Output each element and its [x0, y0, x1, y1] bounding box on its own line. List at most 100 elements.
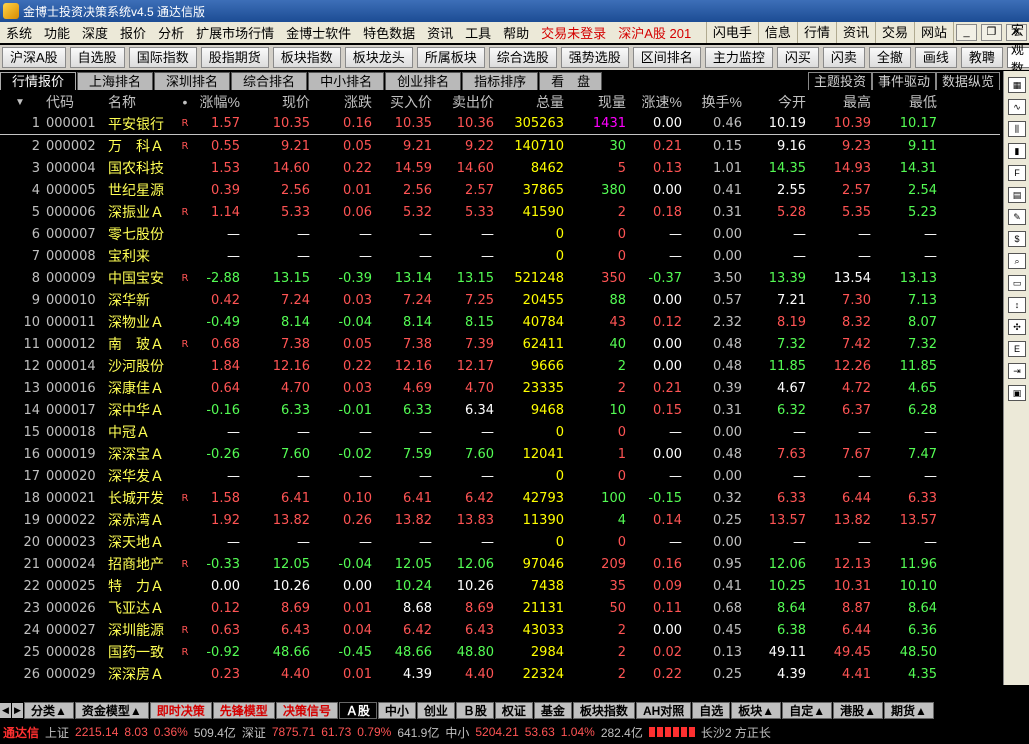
bottom-tab[interactable]: 中小: [377, 701, 416, 719]
stock-code[interactable]: 000016: [40, 381, 102, 396]
menu-right-item[interactable]: 行情: [796, 22, 836, 43]
header-cur[interactable]: 现量: [564, 92, 626, 112]
stock-code[interactable]: 000023: [40, 535, 102, 550]
stock-name[interactable]: 南 玻Ａ: [102, 334, 174, 354]
toolbar-button[interactable]: 闪买: [776, 47, 819, 68]
bottom-tab[interactable]: 先锋模型: [212, 701, 275, 719]
bottom-tab[interactable]: 板块▲: [731, 701, 782, 719]
bottom-tab[interactable]: Ａ股: [338, 701, 377, 719]
table-row[interactable]: 4 000005 世纪星源 0.39 2.56 0.01 2.56 2.57 37865 380 0…: [0, 179, 1000, 201]
menu-item[interactable]: 帮助: [497, 23, 535, 42]
stock-code[interactable]: 000018: [40, 425, 102, 440]
stock-code[interactable]: 000010: [40, 293, 102, 308]
header-turn[interactable]: 换手%: [682, 92, 742, 112]
toolbar-button[interactable]: 画线: [914, 47, 957, 68]
menu-item[interactable]: 深度: [76, 23, 114, 42]
toolbar-button[interactable]: 区间排名: [632, 47, 701, 68]
toolbar-button[interactable]: 综合选股: [488, 47, 557, 68]
menu-right-item[interactable]: 闪电手: [705, 22, 758, 43]
sort-icon[interactable]: ↕: [1008, 297, 1026, 313]
view-tab[interactable]: 上海排名: [77, 72, 154, 90]
stock-code[interactable]: 000022: [40, 513, 102, 528]
stock-code[interactable]: 000009: [40, 271, 102, 286]
view-tab[interactable]: 指标排序: [462, 72, 539, 90]
toolbar-button[interactable]: 板块龙头: [344, 47, 413, 68]
stock-code[interactable]: 000021: [40, 491, 102, 506]
stock-name[interactable]: 深赤湾Ａ: [102, 510, 174, 530]
kline-chart-icon[interactable]: ⫼: [1008, 121, 1026, 137]
header-chg[interactable]: 涨跌: [310, 92, 372, 112]
stock-code[interactable]: 000027: [40, 623, 102, 638]
header-chg-pct[interactable]: 涨幅%: [196, 92, 240, 112]
table-row[interactable]: 13 000016 深康佳Ａ 0.64 4.70 0.03 4.69 4.70 23335 2 0.…: [0, 377, 1000, 399]
header-open[interactable]: 今开: [742, 92, 806, 112]
stock-code[interactable]: 000019: [40, 447, 102, 462]
bottom-tab[interactable]: 决策信号: [275, 701, 338, 719]
header-bid[interactable]: 买入价: [372, 92, 432, 112]
stock-name[interactable]: 世纪星源: [102, 180, 174, 200]
stock-name[interactable]: 中国宝安: [102, 268, 174, 288]
header-code[interactable]: 代码: [40, 92, 102, 112]
bottom-tab[interactable]: AH对照: [635, 701, 692, 719]
table-row[interactable]: 25 000028 国药一致 R -0.92 48.66 -0.45 48.66 48.80 29…: [0, 641, 1000, 663]
menu-item[interactable]: 功能: [38, 23, 76, 42]
stock-code[interactable]: 000005: [40, 183, 102, 198]
table-row[interactable]: 19 000022 深赤湾Ａ 1.92 13.82 0.26 13.82 13.83 11390…: [0, 509, 1000, 531]
table-row[interactable]: 21 000024 招商地产 R -0.33 12.05 -0.04 12.05 12.06 97…: [0, 553, 1000, 575]
menu-item[interactable]: 工具: [459, 23, 497, 42]
bar-chart-icon[interactable]: ▮: [1008, 143, 1026, 159]
toolbar-button[interactable]: 自选股: [69, 47, 125, 68]
stock-name[interactable]: 深华新: [102, 290, 174, 310]
header-price[interactable]: 现价: [240, 92, 310, 112]
stock-name[interactable]: 万 科Ａ: [102, 136, 174, 156]
stock-code[interactable]: 000025: [40, 579, 102, 594]
f10-info-icon[interactable]: F: [1008, 165, 1026, 181]
menu-right-item[interactable]: 网站: [913, 22, 953, 43]
view-tab-right[interactable]: 事件驱动: [871, 72, 936, 90]
scroll-right-icon[interactable]: ▶: [12, 702, 23, 718]
stock-name[interactable]: 深华发Ａ: [102, 466, 174, 486]
stock-name[interactable]: 招商地产: [102, 554, 174, 574]
table-row[interactable]: 11 000012 南 玻Ａ R 0.68 7.38 0.05 7.38 7.39 62411 40…: [0, 333, 1000, 355]
login-status[interactable]: 交易未登录: [535, 23, 612, 42]
table-row[interactable]: 22 000025 特 力Ａ 0.00 10.26 0.00 10.24 10.26 7438 3…: [0, 575, 1000, 597]
bottom-tab[interactable]: 自定▲: [782, 701, 833, 719]
view-tab[interactable]: 深圳排名: [154, 72, 231, 90]
stock-code[interactable]: 000006: [40, 205, 102, 220]
table-row[interactable]: 1 000001 平安银行 R 1.57 10.35 0.16 10.35 10.36 30526…: [0, 113, 1000, 135]
view-tab[interactable]: 中小排名: [308, 72, 385, 90]
table-row[interactable]: 17 000020 深华发Ａ — — — — — 0 0 — 0.00 — — —: [0, 465, 1000, 487]
bottom-tab[interactable]: 资金模型▲: [74, 701, 149, 719]
table-row[interactable]: 3 000004 国农科技 1.53 14.60 0.22 14.59 14.60 8462 5 0…: [0, 157, 1000, 179]
stock-code[interactable]: 000012: [40, 337, 102, 352]
toolbar-button[interactable]: 教聘: [960, 47, 1003, 68]
table-row[interactable]: 10 000011 深物业Ａ -0.49 8.14 -0.04 8.14 8.15 40784 4…: [0, 311, 1000, 333]
header-vol[interactable]: 总量: [494, 92, 564, 112]
stock-code[interactable]: 000002: [40, 139, 102, 154]
stock-code[interactable]: 000017: [40, 403, 102, 418]
export-icon[interactable]: ⇥: [1008, 363, 1026, 379]
bottom-tab[interactable]: 创业: [416, 701, 455, 719]
stock-code[interactable]: 000024: [40, 557, 102, 572]
stock-code[interactable]: 000029: [40, 667, 102, 682]
notes-icon[interactable]: ✎: [1008, 209, 1026, 225]
grid-view-icon[interactable]: ▦: [1008, 77, 1026, 93]
stock-name[interactable]: 深深宝Ａ: [102, 444, 174, 464]
table-row[interactable]: 24 000027 深圳能源 R 0.63 6.43 0.04 6.42 6.43 43033 2 0…: [0, 619, 1000, 641]
table-row[interactable]: 9 000010 深华新 0.42 7.24 0.03 7.24 7.25 20455 88 0.0…: [0, 289, 1000, 311]
table-row[interactable]: 5 000006 深振业Ａ R 1.14 5.33 0.06 5.32 5.33 41590 2 0.…: [0, 201, 1000, 223]
stock-name[interactable]: 深深房Ａ: [102, 664, 174, 684]
table-row[interactable]: 16 000019 深深宝Ａ -0.26 7.60 -0.02 7.59 7.60 12041 1…: [0, 443, 1000, 465]
stock-code[interactable]: 000011: [40, 315, 102, 330]
table-row[interactable]: 23 000026 飞亚达Ａ 0.12 8.69 0.01 8.68 8.69 21131 50 0…: [0, 597, 1000, 619]
table-row[interactable]: 12 000014 沙河股份 1.84 12.16 0.22 12.16 12.17 9666 2…: [0, 355, 1000, 377]
toolbar-button[interactable]: 股指期货: [200, 47, 269, 68]
bottom-tab[interactable]: 权证: [494, 701, 533, 719]
stock-name[interactable]: 长城开发: [102, 488, 174, 508]
toolbar-button[interactable]: 国际指数: [128, 47, 197, 68]
stock-name[interactable]: 中冠Ａ: [102, 422, 174, 442]
scroll-left-icon[interactable]: ◀: [0, 702, 11, 718]
view-tab[interactable]: 看 盘: [539, 72, 603, 90]
bottom-tab[interactable]: Ｂ股: [455, 701, 494, 719]
stock-code[interactable]: 000001: [40, 116, 102, 131]
